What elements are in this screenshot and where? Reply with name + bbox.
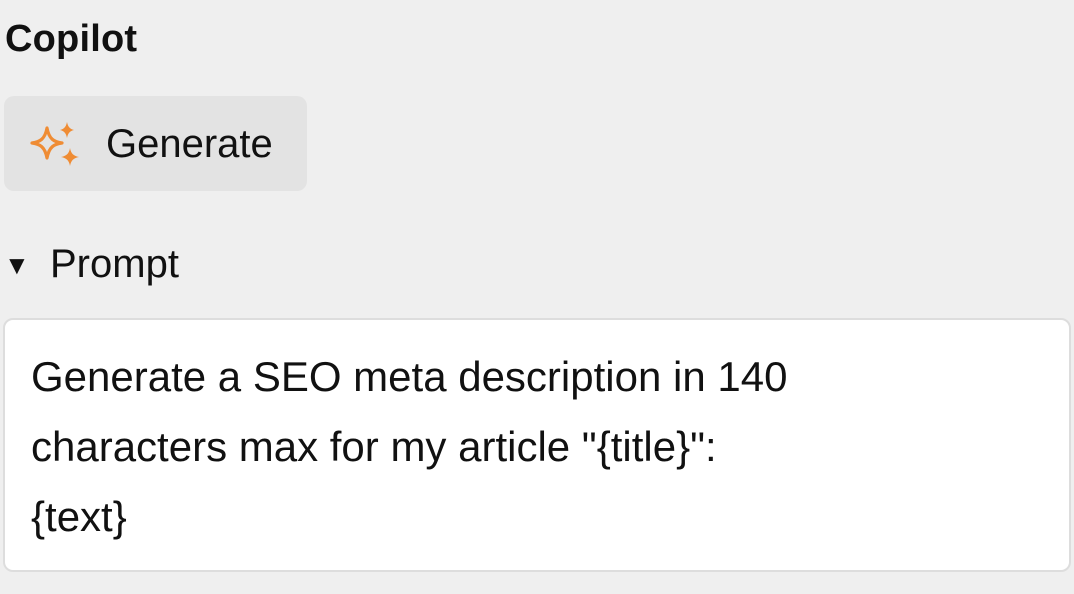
copilot-panel: Copilot Generate ▼ Prompt Generate a SEO… <box>0 0 1074 594</box>
caret-down-icon: ▼ <box>4 250 30 280</box>
generate-button-label: Generate <box>106 122 273 166</box>
prompt-textarea[interactable]: Generate a SEO meta description in 140 c… <box>3 318 1071 572</box>
sparkle-icon <box>30 122 79 166</box>
prompt-label: Prompt <box>50 242 179 286</box>
generate-button[interactable]: Generate <box>4 96 307 191</box>
panel-title: Copilot <box>5 18 138 60</box>
prompt-toggle[interactable]: ▼ Prompt <box>4 238 179 290</box>
